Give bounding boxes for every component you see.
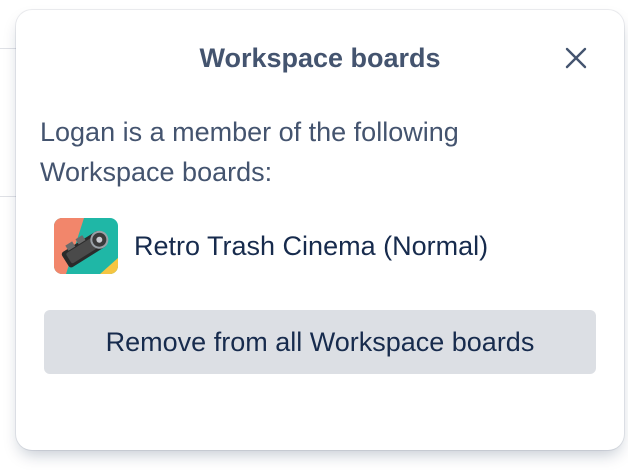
popover-title: Workspace boards — [199, 43, 441, 73]
popover-header: Workspace boards — [16, 10, 624, 106]
background-divider — [0, 48, 16, 49]
close-button[interactable] — [556, 36, 596, 80]
workspace-boards-popover: Workspace boards Logan is a member of th… — [16, 10, 624, 450]
board-list-item[interactable]: Retro Trash Cinema (Normal) — [54, 218, 594, 274]
film-projector-thumbnail — [54, 218, 118, 274]
remove-from-all-boards-button[interactable]: Remove from all Workspace boards — [44, 310, 596, 374]
board-name: Retro Trash Cinema (Normal) — [134, 231, 489, 261]
close-icon — [565, 47, 587, 69]
background-divider — [0, 196, 16, 197]
board-thumbnail — [54, 218, 118, 274]
membership-description: Logan is a member of the following Works… — [40, 117, 459, 187]
